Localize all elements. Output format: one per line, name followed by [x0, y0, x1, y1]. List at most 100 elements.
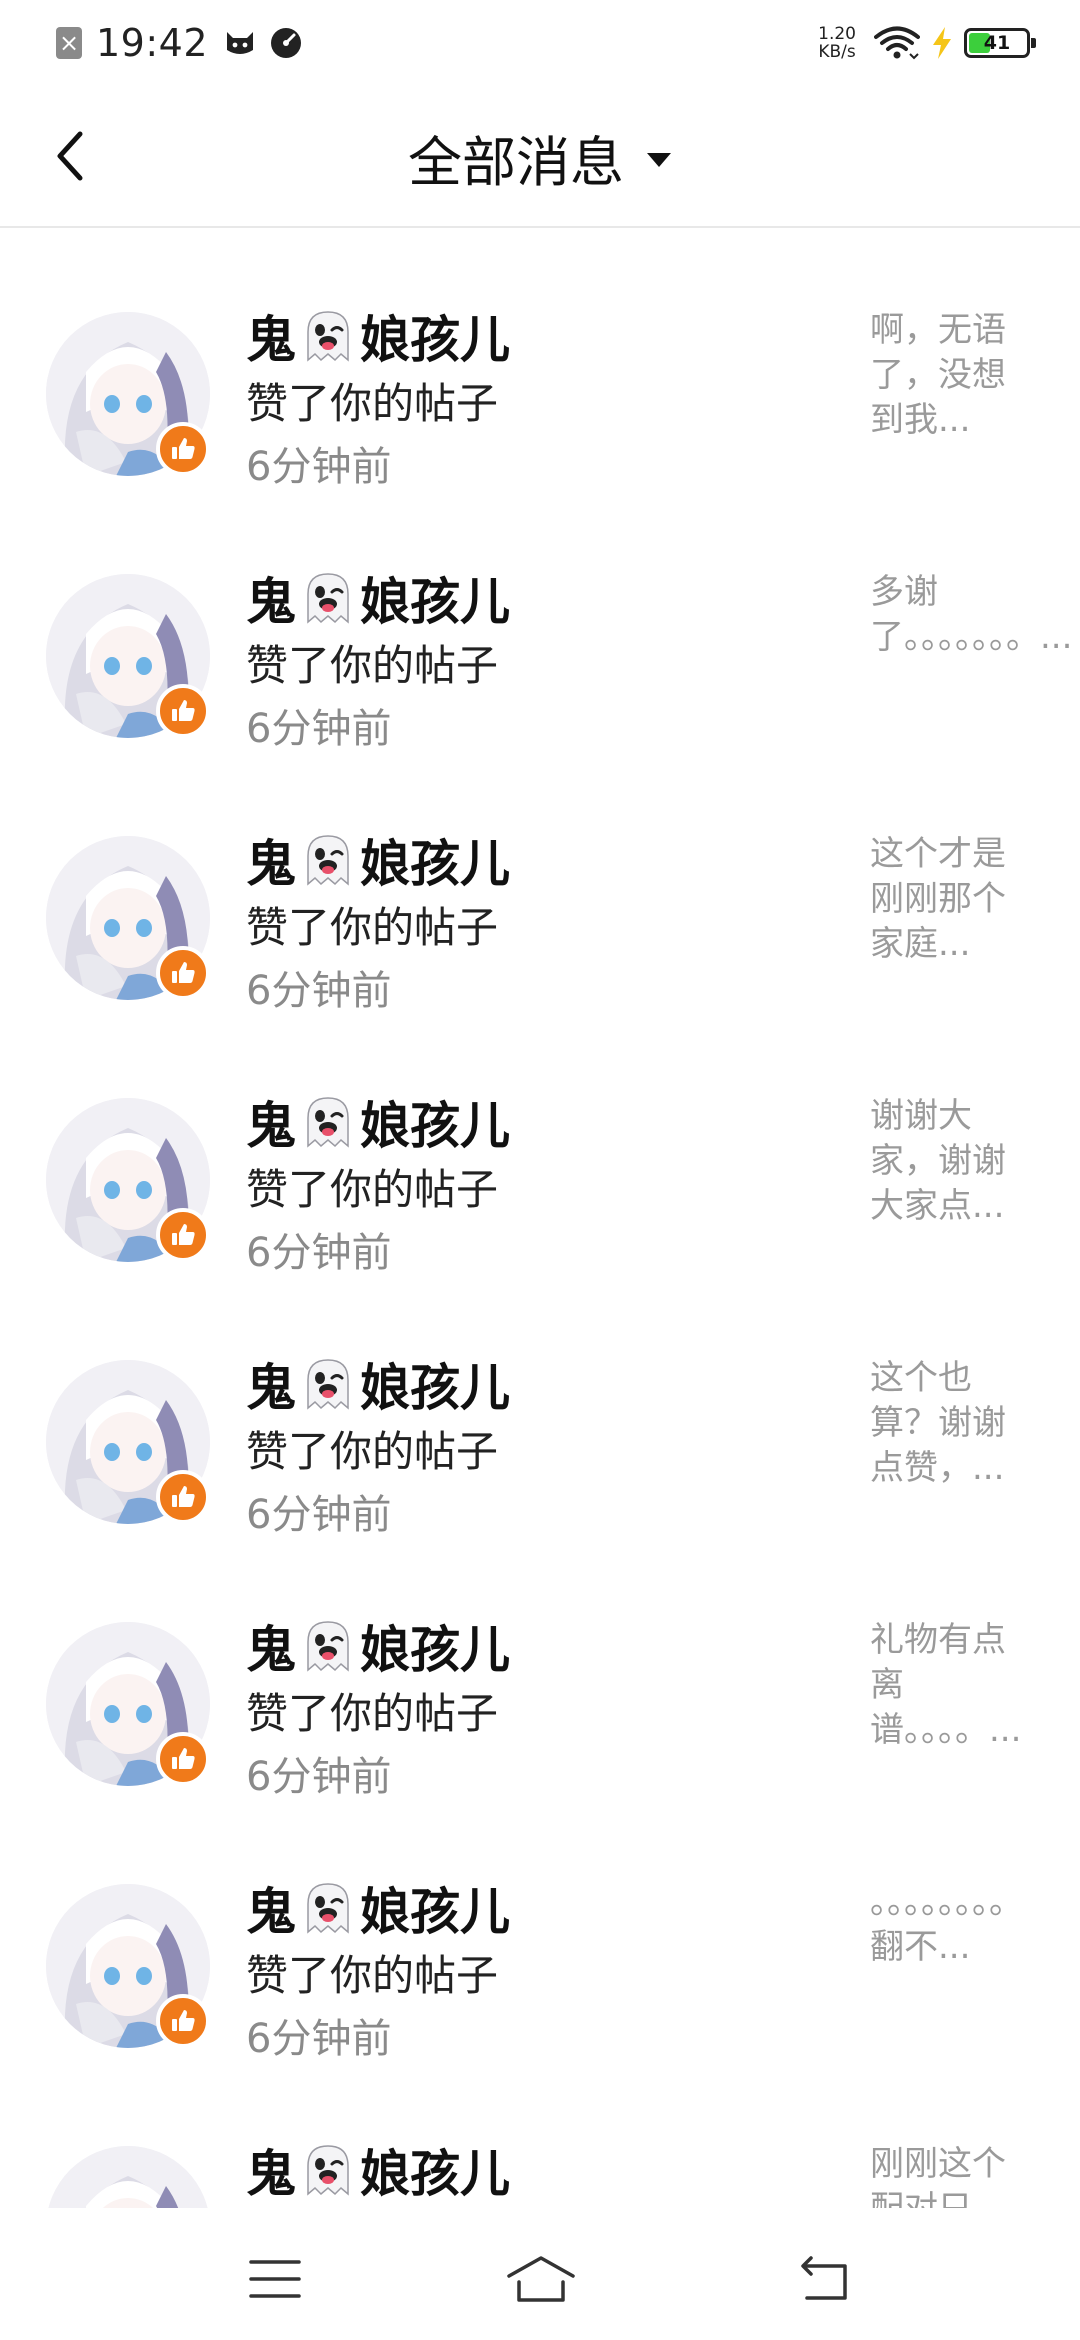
message-item[interactable]: 鬼 娘孩儿 赞了你的帖子 刚刚这个配对只没... [0, 2062, 1080, 2208]
message-action: 赞了你的帖子 [246, 1951, 499, 2000]
sender-name-part1: 鬼 [246, 835, 296, 893]
avatar-container[interactable] [46, 2146, 210, 2208]
post-preview[interactable]: 刚刚这个配对只没... [870, 2142, 1026, 2208]
avatar[interactable] [46, 2146, 210, 2208]
sender-name-part2: 娘孩儿 [360, 311, 510, 369]
ghost-emoji-icon [307, 1097, 349, 1148]
like-badge [156, 1732, 210, 1786]
network-speed-value: 1.20 [818, 24, 856, 44]
message-time: 6分钟前 [246, 1754, 392, 1800]
message-action: 赞了你的帖子 [246, 641, 499, 690]
bottom-nav-bar [0, 2208, 1080, 2340]
ghost-emoji-icon [307, 573, 349, 624]
message-item[interactable]: 鬼 娘孩儿 赞了你的帖子 6分钟前 。。。。。。。。翻不... [0, 1800, 1080, 2062]
message-action: 赞了你的帖子 [246, 1689, 499, 1738]
thumbs-up-icon [172, 700, 195, 721]
message-time: 6分钟前 [246, 444, 392, 490]
sender-name-part1: 鬼 [246, 311, 296, 369]
like-badge [156, 684, 210, 738]
post-preview[interactable]: 礼物有点离谱。。。。... [870, 1618, 1026, 1753]
sender-name-part2: 娘孩儿 [360, 2145, 510, 2203]
wifi-icon [874, 26, 920, 60]
battery-level: 41 [983, 32, 1011, 54]
message-time: 6分钟前 [246, 968, 392, 1014]
thumbs-up-icon [172, 438, 195, 459]
message-item[interactable]: 鬼 娘孩儿 赞了你的帖子 6分钟前 啊，无语了，没想到我... [0, 228, 1080, 490]
like-badge [156, 1994, 210, 2048]
ghost-emoji-icon [307, 1359, 349, 1410]
avatar-container[interactable] [46, 1098, 210, 1262]
message-time: 6分钟前 [246, 1492, 392, 1538]
sender-name-part2: 娘孩儿 [360, 573, 510, 631]
sender-name[interactable]: 鬼 娘孩儿 [246, 562, 510, 634]
sender-name-part1: 鬼 [246, 1883, 296, 1941]
ghost-emoji-icon [307, 311, 349, 362]
status-bar: × 19:42 1.20 KB/s 41 [0, 0, 1080, 86]
ghost-emoji-icon [307, 1621, 349, 1672]
sender-name-part2: 娘孩儿 [360, 835, 510, 893]
sender-name-part2: 娘孩儿 [360, 1359, 510, 1417]
message-action: 赞了你的帖子 [246, 903, 499, 952]
network-speed-unit: KB/s [818, 42, 856, 62]
message-action: 赞了你的帖子 [246, 1165, 499, 1214]
message-item[interactable]: 鬼 娘孩儿 赞了你的帖子 6分钟前 谢谢大家，谢谢大家点... [0, 1014, 1080, 1276]
sender-name[interactable]: 鬼 娘孩儿 [246, 2134, 510, 2206]
avatar-container[interactable] [46, 312, 210, 476]
title-dropdown[interactable]: 全部消息 [0, 122, 1080, 194]
cat-app-icon [227, 32, 254, 54]
message-list[interactable]: 鬼 娘孩儿 赞了你的帖子 6分钟前 啊，无语了，没想到我... 鬼 娘孩儿 赞了… [0, 228, 1080, 2208]
sender-name[interactable]: 鬼 娘孩儿 [246, 1348, 510, 1420]
battery-icon: 41 [964, 28, 1036, 58]
like-badge [156, 422, 210, 476]
message-item[interactable]: 鬼 娘孩儿 赞了你的帖子 6分钟前 多谢了。。。。。。。... [0, 490, 1080, 752]
thumbs-up-icon [172, 1224, 195, 1245]
ghost-emoji-icon [307, 835, 349, 886]
thumbs-up-icon [172, 962, 195, 983]
sender-name[interactable]: 鬼 娘孩儿 [246, 1872, 510, 1944]
return-icon[interactable] [795, 2252, 855, 2306]
menu-icon[interactable] [245, 2252, 305, 2306]
post-preview[interactable]: 这个也算？谢谢点赞，... [870, 1356, 1026, 1491]
home-icon[interactable] [505, 2252, 577, 2306]
message-time: 6分钟前 [246, 1230, 392, 1276]
avatar-container[interactable] [46, 574, 210, 738]
ghost-emoji-icon [307, 2145, 349, 2196]
like-badge [156, 1208, 210, 1262]
ghost-emoji-icon [307, 1883, 349, 1934]
triangle-down-icon [647, 153, 671, 167]
avatar-container[interactable] [46, 1884, 210, 2048]
post-preview[interactable]: 。。。。。。。。翻不... [870, 1880, 1026, 1970]
sender-name[interactable]: 鬼 娘孩儿 [246, 1610, 510, 1682]
message-item[interactable]: 鬼 娘孩儿 赞了你的帖子 6分钟前 礼物有点离谱。。。。... [0, 1538, 1080, 1800]
message-item[interactable]: 鬼 娘孩儿 赞了你的帖子 6分钟前 这个才是刚刚那个家庭... [0, 752, 1080, 1014]
sender-name-part2: 娘孩儿 [360, 1883, 510, 1941]
sender-name[interactable]: 鬼 娘孩儿 [246, 824, 510, 896]
thumbs-up-icon [172, 2010, 195, 2031]
sender-name-part2: 娘孩儿 [360, 1097, 510, 1155]
sender-name-part1: 鬼 [246, 1097, 296, 1155]
like-badge [156, 946, 210, 1000]
thumbs-up-icon [172, 1486, 195, 1507]
avatar-container[interactable] [46, 1622, 210, 1786]
post-preview[interactable]: 多谢了。。。。。。。... [870, 570, 1072, 660]
like-badge [156, 1470, 210, 1524]
gauge-icon [271, 28, 302, 58]
message-time: 6分钟前 [246, 2016, 392, 2062]
message-time: 6分钟前 [246, 706, 392, 752]
post-preview[interactable]: 这个才是刚刚那个家庭... [870, 832, 1026, 967]
sender-name-part2: 娘孩儿 [360, 1621, 510, 1679]
post-preview[interactable]: 啊，无语了，没想到我... [870, 308, 1026, 443]
avatar-container[interactable] [46, 836, 210, 1000]
notification-close-icon: × [56, 27, 82, 59]
thumbs-up-icon [172, 1748, 195, 1769]
sender-name-part1: 鬼 [246, 1621, 296, 1679]
avatar-container[interactable] [46, 1360, 210, 1524]
sender-name[interactable]: 鬼 娘孩儿 [246, 1086, 510, 1158]
sender-name[interactable]: 鬼 娘孩儿 [246, 300, 510, 372]
status-time: 19:42 [96, 21, 209, 65]
message-action: 赞了你的帖子 [246, 1427, 499, 1476]
sender-name-part1: 鬼 [246, 2145, 296, 2203]
message-item[interactable]: 鬼 娘孩儿 赞了你的帖子 6分钟前 这个也算？谢谢点赞，... [0, 1276, 1080, 1538]
post-preview[interactable]: 谢谢大家，谢谢大家点... [870, 1094, 1026, 1229]
page-title: 全部消息 [408, 130, 624, 194]
